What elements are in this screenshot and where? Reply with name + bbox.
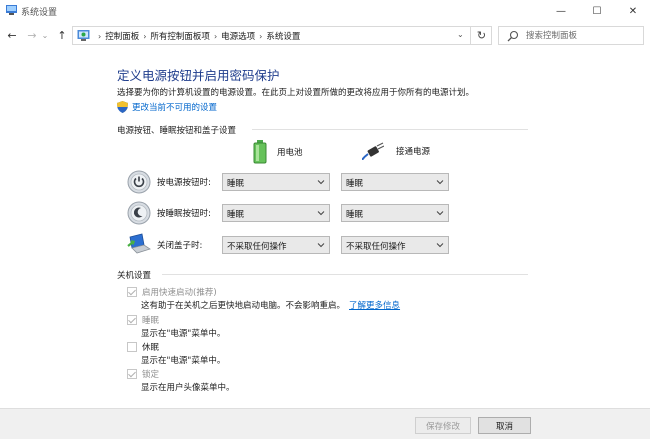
chevron-down-icon [317, 180, 325, 185]
breadcrumb[interactable]: › 控制面板 › 所有控制面板项 › 电源选项 › 系统设置 ⌄ [72, 26, 492, 45]
address-dropdown-icon[interactable]: ⌄ [457, 30, 464, 39]
save-changes-button[interactable]: 保存修改 [415, 417, 471, 434]
main-content: 定义电源按钮并启用密码保护 选择要为你的计算机设置的电源设置。在此页上对设置所做… [0, 48, 650, 408]
fast-startup-label: 启用快速启动(推荐) [142, 288, 217, 298]
sleep-checkbox[interactable] [127, 315, 137, 325]
change-unavailable-settings-link[interactable]: 更改当前不可用的设置 [132, 101, 217, 113]
lock-checkbox[interactable] [127, 369, 137, 379]
title-bar: 系统设置 — ☐ ✕ [0, 0, 650, 22]
control-panel-icon [77, 30, 90, 41]
fast-startup-description: 这有助于在关机之后更快地启动电脑。不会影响重启。 [141, 301, 346, 311]
select-value: 睡眠 [227, 179, 245, 189]
forward-button[interactable]: → [24, 27, 40, 43]
control-panel-app-icon [6, 5, 17, 15]
hibernate-option[interactable]: 休眠 [127, 341, 159, 353]
chevron-right-icon[interactable]: › [259, 32, 262, 41]
footer-bar: 保存修改 取消 [0, 408, 650, 439]
fast-startup-option[interactable]: 启用快速启动(推荐) [127, 286, 217, 298]
page-title: 定义电源按钮并启用密码保护 [117, 68, 280, 83]
power-button-icon [127, 170, 151, 194]
maximize-button[interactable]: ☐ [580, 0, 614, 22]
hibernate-description: 显示在"电源"菜单中。 [141, 356, 226, 366]
fast-startup-checkbox[interactable] [127, 287, 137, 297]
window-title: 系统设置 [21, 8, 58, 18]
minimize-button[interactable]: — [544, 0, 578, 22]
select-value: 睡眠 [346, 210, 364, 220]
plugged-column-header: 接通电源 [362, 142, 430, 160]
breadcrumb-system-settings[interactable]: 系统设置 [266, 30, 300, 42]
address-bar: ← → ⌄ ↑ › 控制面板 › 所有控制面板项 › 电源选项 › 系统设置 ⌄… [0, 22, 650, 48]
breadcrumb-control-panel[interactable]: 控制面板 [105, 30, 139, 42]
select-value: 睡眠 [227, 210, 245, 220]
chevron-down-icon [317, 243, 325, 248]
chevron-right-icon[interactable]: › [214, 32, 217, 41]
recent-locations-button[interactable]: ⌄ [40, 27, 50, 43]
learn-more-link[interactable]: 了解更多信息 [349, 301, 400, 311]
search-icon [507, 30, 519, 42]
back-button[interactable]: ← [4, 27, 20, 43]
power-section-heading: 电源按钮、睡眠按钮和盖子设置 [117, 126, 237, 136]
change-settings-link-row[interactable]: 更改当前不可用的设置 [117, 101, 217, 113]
power-button-label: 按电源按钮时: [157, 178, 211, 188]
shutdown-section-heading: 关机设置 [117, 271, 152, 281]
select-value: 睡眠 [346, 179, 364, 189]
refresh-button[interactable]: ↻ [470, 26, 492, 45]
lid-close-label: 关闭盖子时: [157, 241, 203, 251]
lock-option-label: 锁定 [142, 370, 160, 380]
sleep-option[interactable]: 睡眠 [127, 314, 159, 326]
battery-icon [253, 140, 267, 164]
battery-column-header: 用电池 [253, 140, 303, 164]
sleep-button-battery-select[interactable]: 睡眠 [222, 204, 330, 222]
sleep-button-label: 按睡眠按钮时: [157, 209, 211, 219]
chevron-right-icon: › [98, 31, 102, 41]
lock-option[interactable]: 锁定 [127, 368, 159, 380]
select-value: 不采取任何操作 [227, 242, 287, 252]
chevron-right-icon[interactable]: › [143, 32, 146, 41]
laptop-lid-icon [127, 233, 151, 254]
sleep-option-label: 睡眠 [142, 316, 160, 326]
lid-close-battery-select[interactable]: 不采取任何操作 [222, 236, 330, 254]
page-description: 选择要为你的计算机设置的电源设置。在此页上对设置所做的更改将应用于你所有的电源计… [117, 88, 475, 98]
breadcrumb-power-options[interactable]: 电源选项 [221, 30, 255, 42]
power-button-battery-select[interactable]: 睡眠 [222, 173, 330, 191]
sleep-button-icon [127, 201, 151, 225]
hibernate-option-label: 休眠 [142, 343, 160, 353]
search-input[interactable] [526, 28, 638, 43]
chevron-down-icon [317, 211, 325, 216]
lock-description: 显示在用户头像菜单中。 [141, 383, 235, 393]
up-button[interactable]: ↑ [54, 27, 70, 43]
battery-column-label: 用电池 [277, 148, 303, 158]
breadcrumb-all-items[interactable]: 所有控制面板项 [150, 30, 210, 42]
uac-shield-icon [117, 101, 128, 113]
section-divider [252, 129, 528, 130]
section-divider [162, 274, 528, 275]
fast-startup-description-row: 这有助于在关机之后更快地启动电脑。不会影响重启。 了解更多信息 [141, 299, 400, 311]
sleep-button-plugged-select[interactable]: 睡眠 [341, 204, 449, 222]
cancel-button[interactable]: 取消 [478, 417, 531, 434]
sleep-description: 显示在"电源"菜单中。 [141, 329, 226, 339]
plugged-column-label: 接通电源 [396, 147, 431, 157]
hibernate-checkbox[interactable] [127, 342, 137, 352]
close-button[interactable]: ✕ [616, 0, 650, 22]
power-plug-icon [362, 142, 384, 160]
chevron-down-icon [436, 180, 444, 185]
select-value: 不采取任何操作 [346, 242, 406, 252]
search-box[interactable] [498, 26, 644, 45]
power-button-plugged-select[interactable]: 睡眠 [341, 173, 449, 191]
chevron-down-icon [436, 243, 444, 248]
chevron-down-icon [436, 211, 444, 216]
lid-close-plugged-select[interactable]: 不采取任何操作 [341, 236, 449, 254]
